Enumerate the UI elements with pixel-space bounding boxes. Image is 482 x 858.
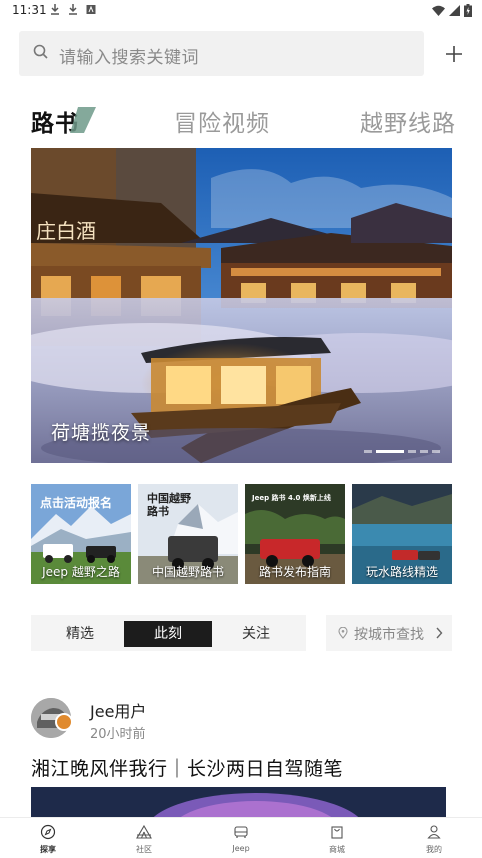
nav-item-shop[interactable]: 商城 (289, 818, 385, 858)
nav-label: 商城 (329, 845, 345, 854)
add-icon[interactable] (440, 40, 468, 68)
download-icon (69, 4, 77, 15)
carousel-dot (420, 450, 428, 453)
post-timestamp: 20小时前 (90, 727, 146, 742)
post-username[interactable]: Jee用户 (90, 698, 146, 722)
person-icon (427, 825, 441, 839)
nav-label: Jeep (232, 844, 250, 853)
tab-active-accent (70, 107, 96, 133)
nav-label: 社区 (136, 845, 152, 854)
nav-label: 探享 (40, 845, 56, 854)
banner-image: 庄白酒 (31, 148, 452, 463)
shortcut-card-label: 玩水路线精选 (365, 565, 438, 579)
shortcut-card-title: 中国越野 路书 (147, 492, 191, 518)
feed-tab-now[interactable]: 此刻 (124, 621, 212, 647)
shortcut-card-publish-guide[interactable]: Jeep 路书 4.0 焕新上线 路书发布指南 (245, 484, 345, 584)
post-cover-image[interactable] (31, 787, 446, 817)
carousel-dot (408, 450, 416, 453)
search-placeholder: 请输入搜索关键词 (59, 48, 199, 68)
tab-offroad-routes[interactable]: 越野线路 (360, 104, 456, 138)
shortcut-card-title: 点击活动报名 (40, 496, 113, 510)
tab-adventure-video[interactable]: 冒险视频 (174, 104, 270, 138)
signal-icon (449, 5, 460, 16)
search-icon (33, 44, 48, 59)
city-filter-label: 按城市查找 (354, 627, 424, 643)
battery-icon (464, 4, 472, 17)
wifi-icon (432, 5, 445, 16)
user-badge-icon (55, 713, 73, 731)
shopping-bag-icon (331, 826, 343, 839)
shortcut-card-water-routes[interactable]: 玩水路线精选 (352, 484, 452, 584)
post-image (31, 787, 446, 817)
carousel-dot (432, 450, 440, 453)
city-filter-button[interactable]: 按城市查找 (326, 615, 452, 651)
carousel-indicator (364, 450, 440, 453)
nav-item-profile[interactable]: 我的 (386, 818, 482, 858)
nav-item-jeep[interactable]: Jeep (193, 818, 289, 858)
banner-caption: 荷塘揽夜景 (51, 422, 152, 444)
shortcut-card-jeep-offroad[interactable]: 点击活动报名 Jeep 越野之路 (31, 484, 131, 584)
status-bar: 11:31 (0, 0, 482, 22)
status-time: 11:31 (12, 3, 47, 17)
carousel-dot (364, 450, 372, 453)
nav-item-community[interactable]: 社区 (96, 818, 192, 858)
nav-item-explore[interactable]: 探享 (0, 818, 96, 858)
location-pin-icon (338, 627, 348, 639)
post-title[interactable]: 湘江晚风伴我行｜长沙两日自驾随笔 (31, 754, 343, 781)
carousel-dot-active (376, 450, 404, 453)
nav-label: 我的 (426, 845, 442, 854)
shortcut-card-china-roadbook[interactable]: 中国越野 路书 中国越野路书 (138, 484, 238, 584)
app-notification-icon (86, 5, 96, 14)
download-icon (51, 4, 59, 15)
car-icon (234, 826, 248, 838)
feed-tab-following[interactable]: 关注 (212, 621, 300, 647)
shortcut-card-label: 中国越野路书 (151, 565, 224, 579)
bottom-navigation: 探享 社区 Jeep 商城 我的 (0, 817, 482, 858)
shortcut-card-label: 路书发布指南 (258, 565, 331, 579)
banner-sign-text: 庄白酒 (36, 219, 96, 243)
feed-segmented-control: 精选 此刻 关注 (31, 615, 306, 651)
system-indicators (432, 4, 472, 17)
feed-tab-featured[interactable]: 精选 (36, 621, 124, 647)
banner-carousel[interactable]: 庄白酒 荷塘揽夜景 (31, 148, 452, 463)
chevron-right-icon (436, 627, 443, 639)
tent-icon (136, 824, 152, 839)
search-bar[interactable]: 请输入搜索关键词 (19, 31, 424, 76)
compass-icon (40, 824, 56, 840)
shortcut-card-label: Jeep 越野之路 (42, 565, 120, 579)
shortcut-card-title: Jeep 路书 4.0 焕新上线 (252, 494, 331, 502)
